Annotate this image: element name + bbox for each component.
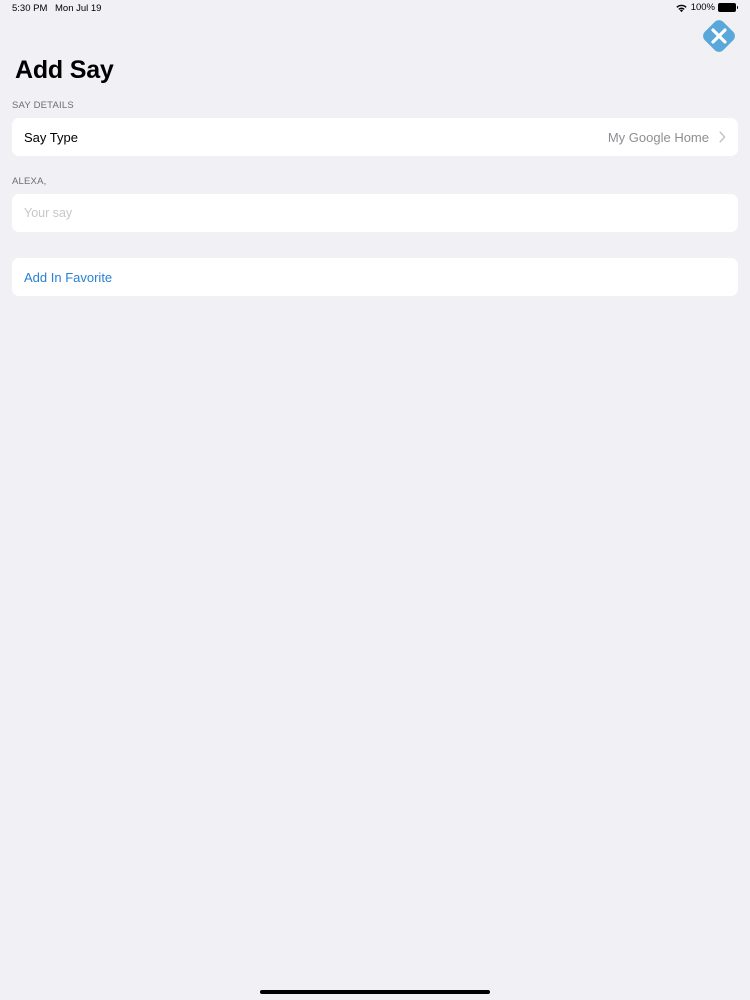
section-header-say-details: SAY DETAILS bbox=[12, 100, 74, 111]
battery-icon bbox=[718, 3, 738, 12]
status-time: 5:30 PM bbox=[12, 3, 48, 14]
add-favorite-button[interactable]: Add In Favorite bbox=[24, 270, 726, 285]
add-favorite-row[interactable]: Add In Favorite bbox=[12, 258, 738, 296]
say-input[interactable] bbox=[24, 206, 726, 220]
chevron-right-icon bbox=[719, 131, 726, 143]
page-title: Add Say bbox=[15, 56, 114, 84]
section-header-alexa: ALEXA, bbox=[12, 176, 47, 187]
say-type-row[interactable]: Say Type My Google Home bbox=[12, 118, 738, 156]
wifi-icon bbox=[675, 3, 688, 13]
status-indicators: 100% bbox=[675, 2, 738, 13]
say-type-label: Say Type bbox=[24, 129, 78, 145]
home-indicator[interactable] bbox=[260, 990, 490, 994]
say-type-value: My Google Home bbox=[607, 129, 709, 145]
say-input-row bbox=[12, 194, 738, 232]
battery-percent: 100% bbox=[690, 2, 715, 13]
status-date: Mon Jul 19 bbox=[55, 3, 102, 14]
close-icon bbox=[703, 20, 735, 52]
close-button[interactable] bbox=[699, 16, 739, 56]
status-bar: 5:30 PM Mon Jul 19 100% bbox=[0, 0, 750, 18]
